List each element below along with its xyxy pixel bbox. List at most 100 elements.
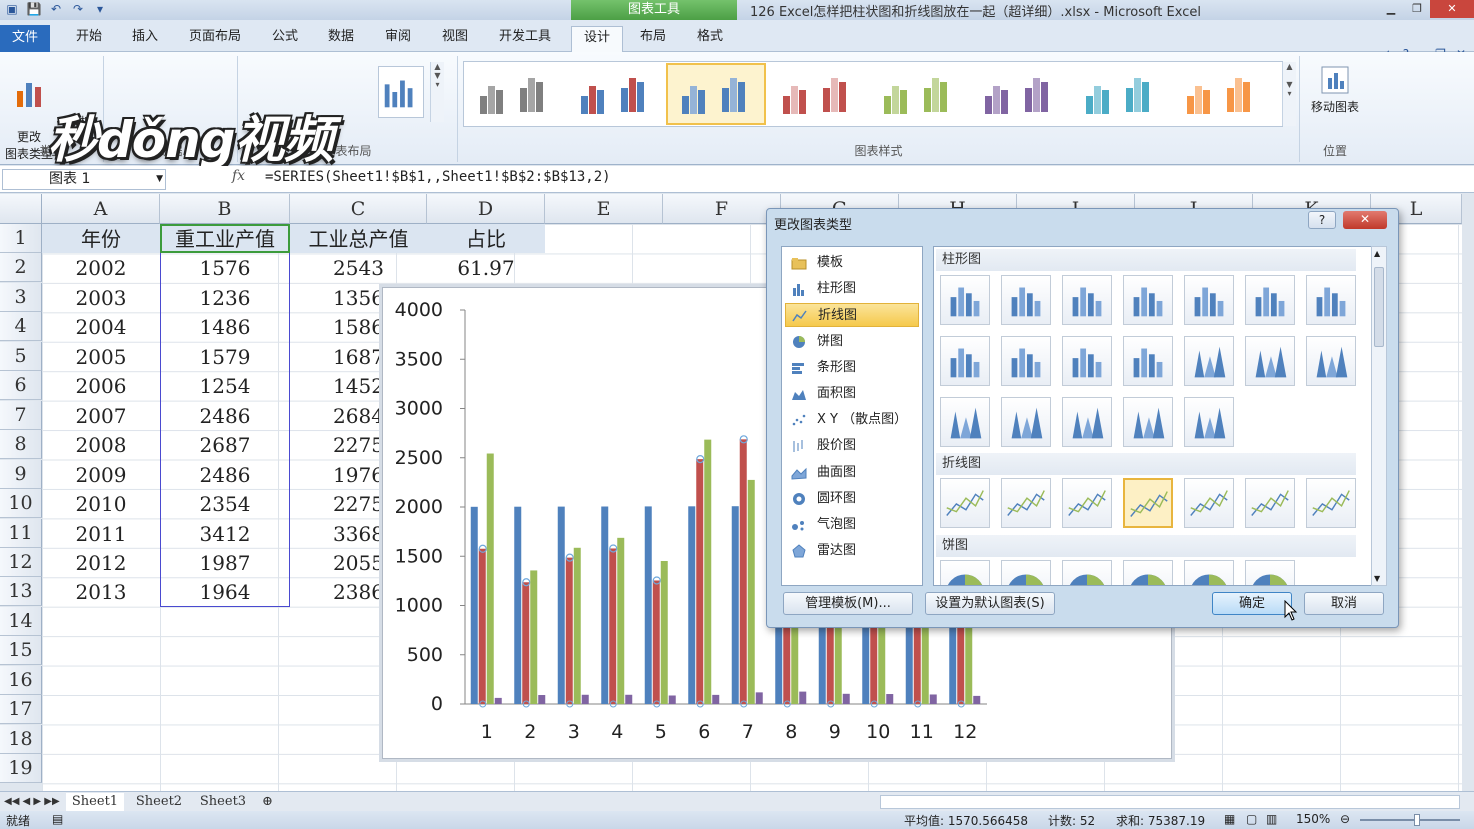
- subtype-pie-1[interactable]: [1001, 560, 1051, 585]
- set-default-chart-button[interactable]: 设置为默认图表(S): [925, 592, 1055, 615]
- row-header-13[interactable]: 13: [0, 577, 42, 607]
- tab-insert[interactable]: 插入: [128, 26, 162, 52]
- subtype-pie-0[interactable]: [940, 560, 990, 585]
- sheet-tab-sheet1[interactable]: Sheet1: [66, 793, 124, 811]
- row-header-10[interactable]: 10: [0, 489, 42, 519]
- chart-style-6[interactable]: [985, 78, 1048, 114]
- restore-icon[interactable]: ❐: [1404, 0, 1430, 18]
- row-header-2[interactable]: 2: [0, 253, 42, 283]
- data-cell[interactable]: 2012: [42, 548, 160, 577]
- tab-home[interactable]: 开始: [72, 26, 106, 52]
- row-header-5[interactable]: 5: [0, 341, 42, 371]
- data-cell[interactable]: 1254: [160, 371, 290, 400]
- chart-style-5[interactable]: [884, 78, 947, 114]
- data-cell[interactable]: 2008: [42, 430, 160, 459]
- close-icon[interactable]: ✕: [1430, 0, 1474, 18]
- chart-bar[interactable]: [929, 694, 937, 704]
- chart-bar[interactable]: [886, 694, 894, 704]
- sheet-tab-sheet3[interactable]: Sheet3: [194, 793, 252, 811]
- subtype-column-8[interactable]: [1001, 336, 1051, 386]
- chart-style-8[interactable]: [1187, 78, 1250, 114]
- view-page-layout-icon[interactable]: ▢: [1246, 812, 1257, 826]
- chart-bar[interactable]: [842, 693, 850, 704]
- chart-type-folder[interactable]: 模板: [785, 251, 919, 275]
- zoom-slider[interactable]: [1360, 819, 1460, 821]
- chart-bar[interactable]: [704, 439, 712, 704]
- sheet-tab-sheet2[interactable]: Sheet2: [130, 793, 188, 811]
- chart-bar[interactable]: [660, 560, 668, 704]
- data-cell[interactable]: 2004: [42, 312, 160, 341]
- data-cell[interactable]: 1486: [160, 312, 290, 341]
- subtype-column-1[interactable]: [1001, 275, 1051, 325]
- name-box[interactable]: 图表 1 ▼: [2, 169, 166, 190]
- chart-type-surface-chart[interactable]: 曲面图: [785, 461, 919, 485]
- chart-type-stock-chart[interactable]: 股价图: [785, 434, 919, 458]
- col-header-d[interactable]: D: [427, 194, 545, 224]
- chart-style-2[interactable]: [581, 78, 644, 114]
- data-cell[interactable]: 1236: [160, 283, 290, 312]
- data-cell[interactable]: 2011: [42, 519, 160, 548]
- chart-bar[interactable]: [530, 570, 538, 704]
- minimize-icon[interactable]: ▁: [1378, 0, 1404, 18]
- chart-bar[interactable]: [668, 695, 676, 704]
- select-all-corner[interactable]: [0, 194, 42, 224]
- row-header-7[interactable]: 7: [0, 400, 42, 430]
- subtype-line-0[interactable]: [940, 478, 990, 528]
- chart-type-scatter-chart[interactable]: X Y （散点图）: [785, 408, 919, 432]
- chart-bar[interactable]: [652, 580, 660, 704]
- row-header-6[interactable]: 6: [0, 371, 42, 401]
- tab-file[interactable]: 文件: [0, 25, 50, 52]
- zoom-slider-thumb[interactable]: [1414, 814, 1420, 826]
- chart-bar[interactable]: [799, 691, 807, 704]
- chart-layout-gallery-item[interactable]: [378, 66, 424, 118]
- chart-style-7[interactable]: [1086, 78, 1149, 114]
- row-header-9[interactable]: 9: [0, 459, 42, 489]
- data-cell[interactable]: 2354: [160, 489, 290, 518]
- chart-bar[interactable]: [739, 439, 747, 704]
- chart-bar[interactable]: [557, 506, 565, 704]
- subtype-cone-13[interactable]: [1306, 336, 1356, 386]
- subtype-cone-18[interactable]: [1184, 397, 1234, 447]
- layout-gallery-scroll[interactable]: ▲ ▼ ▾: [430, 62, 444, 122]
- chart-style-1[interactable]: [480, 78, 543, 114]
- chart-bar[interactable]: [494, 697, 502, 704]
- subtype-cone-16[interactable]: [1062, 397, 1112, 447]
- data-cell[interactable]: 3412: [160, 519, 290, 548]
- chart-bar[interactable]: [625, 694, 633, 704]
- chart-type-doughnut-chart[interactable]: 圆环图: [785, 487, 919, 511]
- subtype-column-9[interactable]: [1062, 336, 1112, 386]
- dialog-help-button[interactable]: ?: [1308, 211, 1336, 229]
- row-header-12[interactable]: 12: [0, 547, 42, 577]
- subtype-pie-5[interactable]: [1245, 560, 1295, 585]
- undo-icon[interactable]: ↶: [48, 1, 64, 17]
- data-cell[interactable]: 1579: [160, 342, 290, 371]
- row-header-1[interactable]: 1: [0, 224, 42, 253]
- chart-bar[interactable]: [565, 557, 573, 704]
- row-header-17[interactable]: 17: [0, 695, 42, 725]
- col-header-e[interactable]: E: [545, 194, 663, 224]
- data-cell[interactable]: 2013: [42, 577, 160, 606]
- data-cell[interactable]: 1964: [160, 577, 290, 606]
- macro-record-icon[interactable]: ▤: [52, 812, 63, 826]
- data-cell[interactable]: 2009: [42, 460, 160, 489]
- insert-sheet-icon[interactable]: ⊕: [262, 793, 273, 811]
- subtype-pie-4[interactable]: [1184, 560, 1234, 585]
- sheet-nav-arrows-icon[interactable]: ◀◀ ◀ ▶ ▶▶: [4, 793, 60, 811]
- subtype-cone-11[interactable]: [1184, 336, 1234, 386]
- gallery-scroll-thumb[interactable]: [1374, 267, 1384, 347]
- chart-type-bubble-chart[interactable]: 气泡图: [785, 513, 919, 537]
- chart-type-line-chart[interactable]: 折线图: [785, 303, 919, 328]
- subtype-pie-3[interactable]: [1123, 560, 1173, 585]
- chart-bar[interactable]: [486, 453, 494, 704]
- customize-qat-icon[interactable]: ▾: [92, 1, 108, 17]
- ok-button[interactable]: 确定: [1212, 592, 1292, 615]
- tab-formulas[interactable]: 公式: [268, 26, 302, 52]
- data-cell[interactable]: 2007: [42, 401, 160, 430]
- subtype-column-2[interactable]: [1062, 275, 1112, 325]
- row-header-14[interactable]: 14: [0, 606, 42, 636]
- name-box-dropdown-icon[interactable]: ▼: [156, 170, 163, 189]
- data-cell[interactable]: 2486: [160, 401, 290, 430]
- chart-type-area-chart[interactable]: 面积图: [785, 382, 919, 406]
- chart-bar[interactable]: [478, 548, 486, 704]
- header-cell[interactable]: 重工业产值: [160, 224, 290, 253]
